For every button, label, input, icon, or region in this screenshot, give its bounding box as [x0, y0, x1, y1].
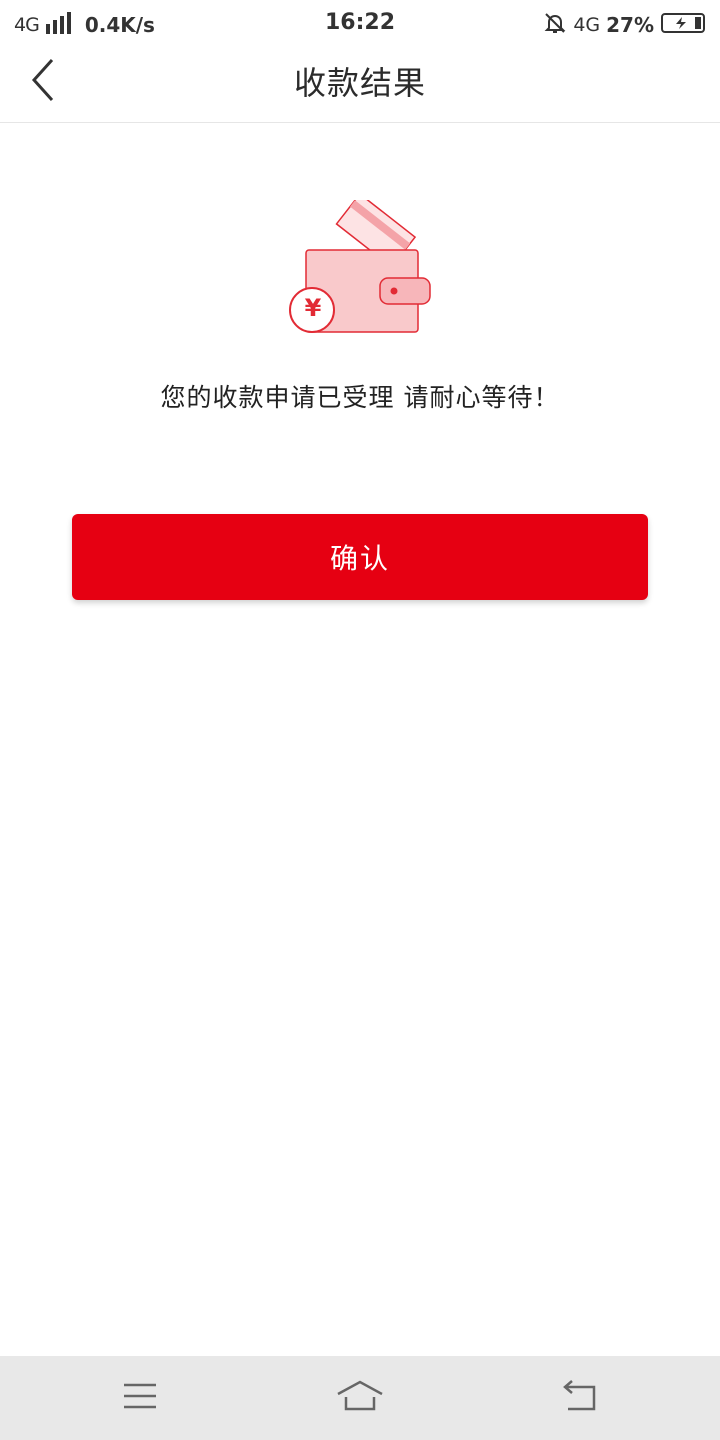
status-right: 4G 27% [543, 10, 708, 40]
wallet-icon [280, 192, 440, 344]
currency-symbol: ¥ [304, 294, 322, 322]
battery-percent: 27% [606, 13, 654, 37]
system-nav-bar [0, 1356, 720, 1440]
network-type-right: 4G [573, 14, 601, 36]
home-icon [335, 1379, 385, 1417]
home-button[interactable] [330, 1376, 390, 1420]
confirm-button[interactable]: 确认 [72, 514, 648, 600]
menu-button[interactable] [110, 1376, 170, 1420]
menu-icon [122, 1382, 158, 1414]
header-bar: 收款结果 [0, 50, 720, 123]
back-nav-button[interactable] [550, 1376, 610, 1420]
wallet-illustration: ¥ [280, 192, 440, 340]
page-title: 收款结果 [293, 64, 426, 102]
back-icon [560, 1379, 600, 1417]
status-bar: 4G 0.4K/s 16:22 4G 27% [0, 0, 720, 50]
mute-icon [543, 11, 567, 40]
result-message: 您的收款申请已受理 请耐心等待！ [160, 383, 560, 412]
battery-charging-icon [660, 12, 708, 39]
